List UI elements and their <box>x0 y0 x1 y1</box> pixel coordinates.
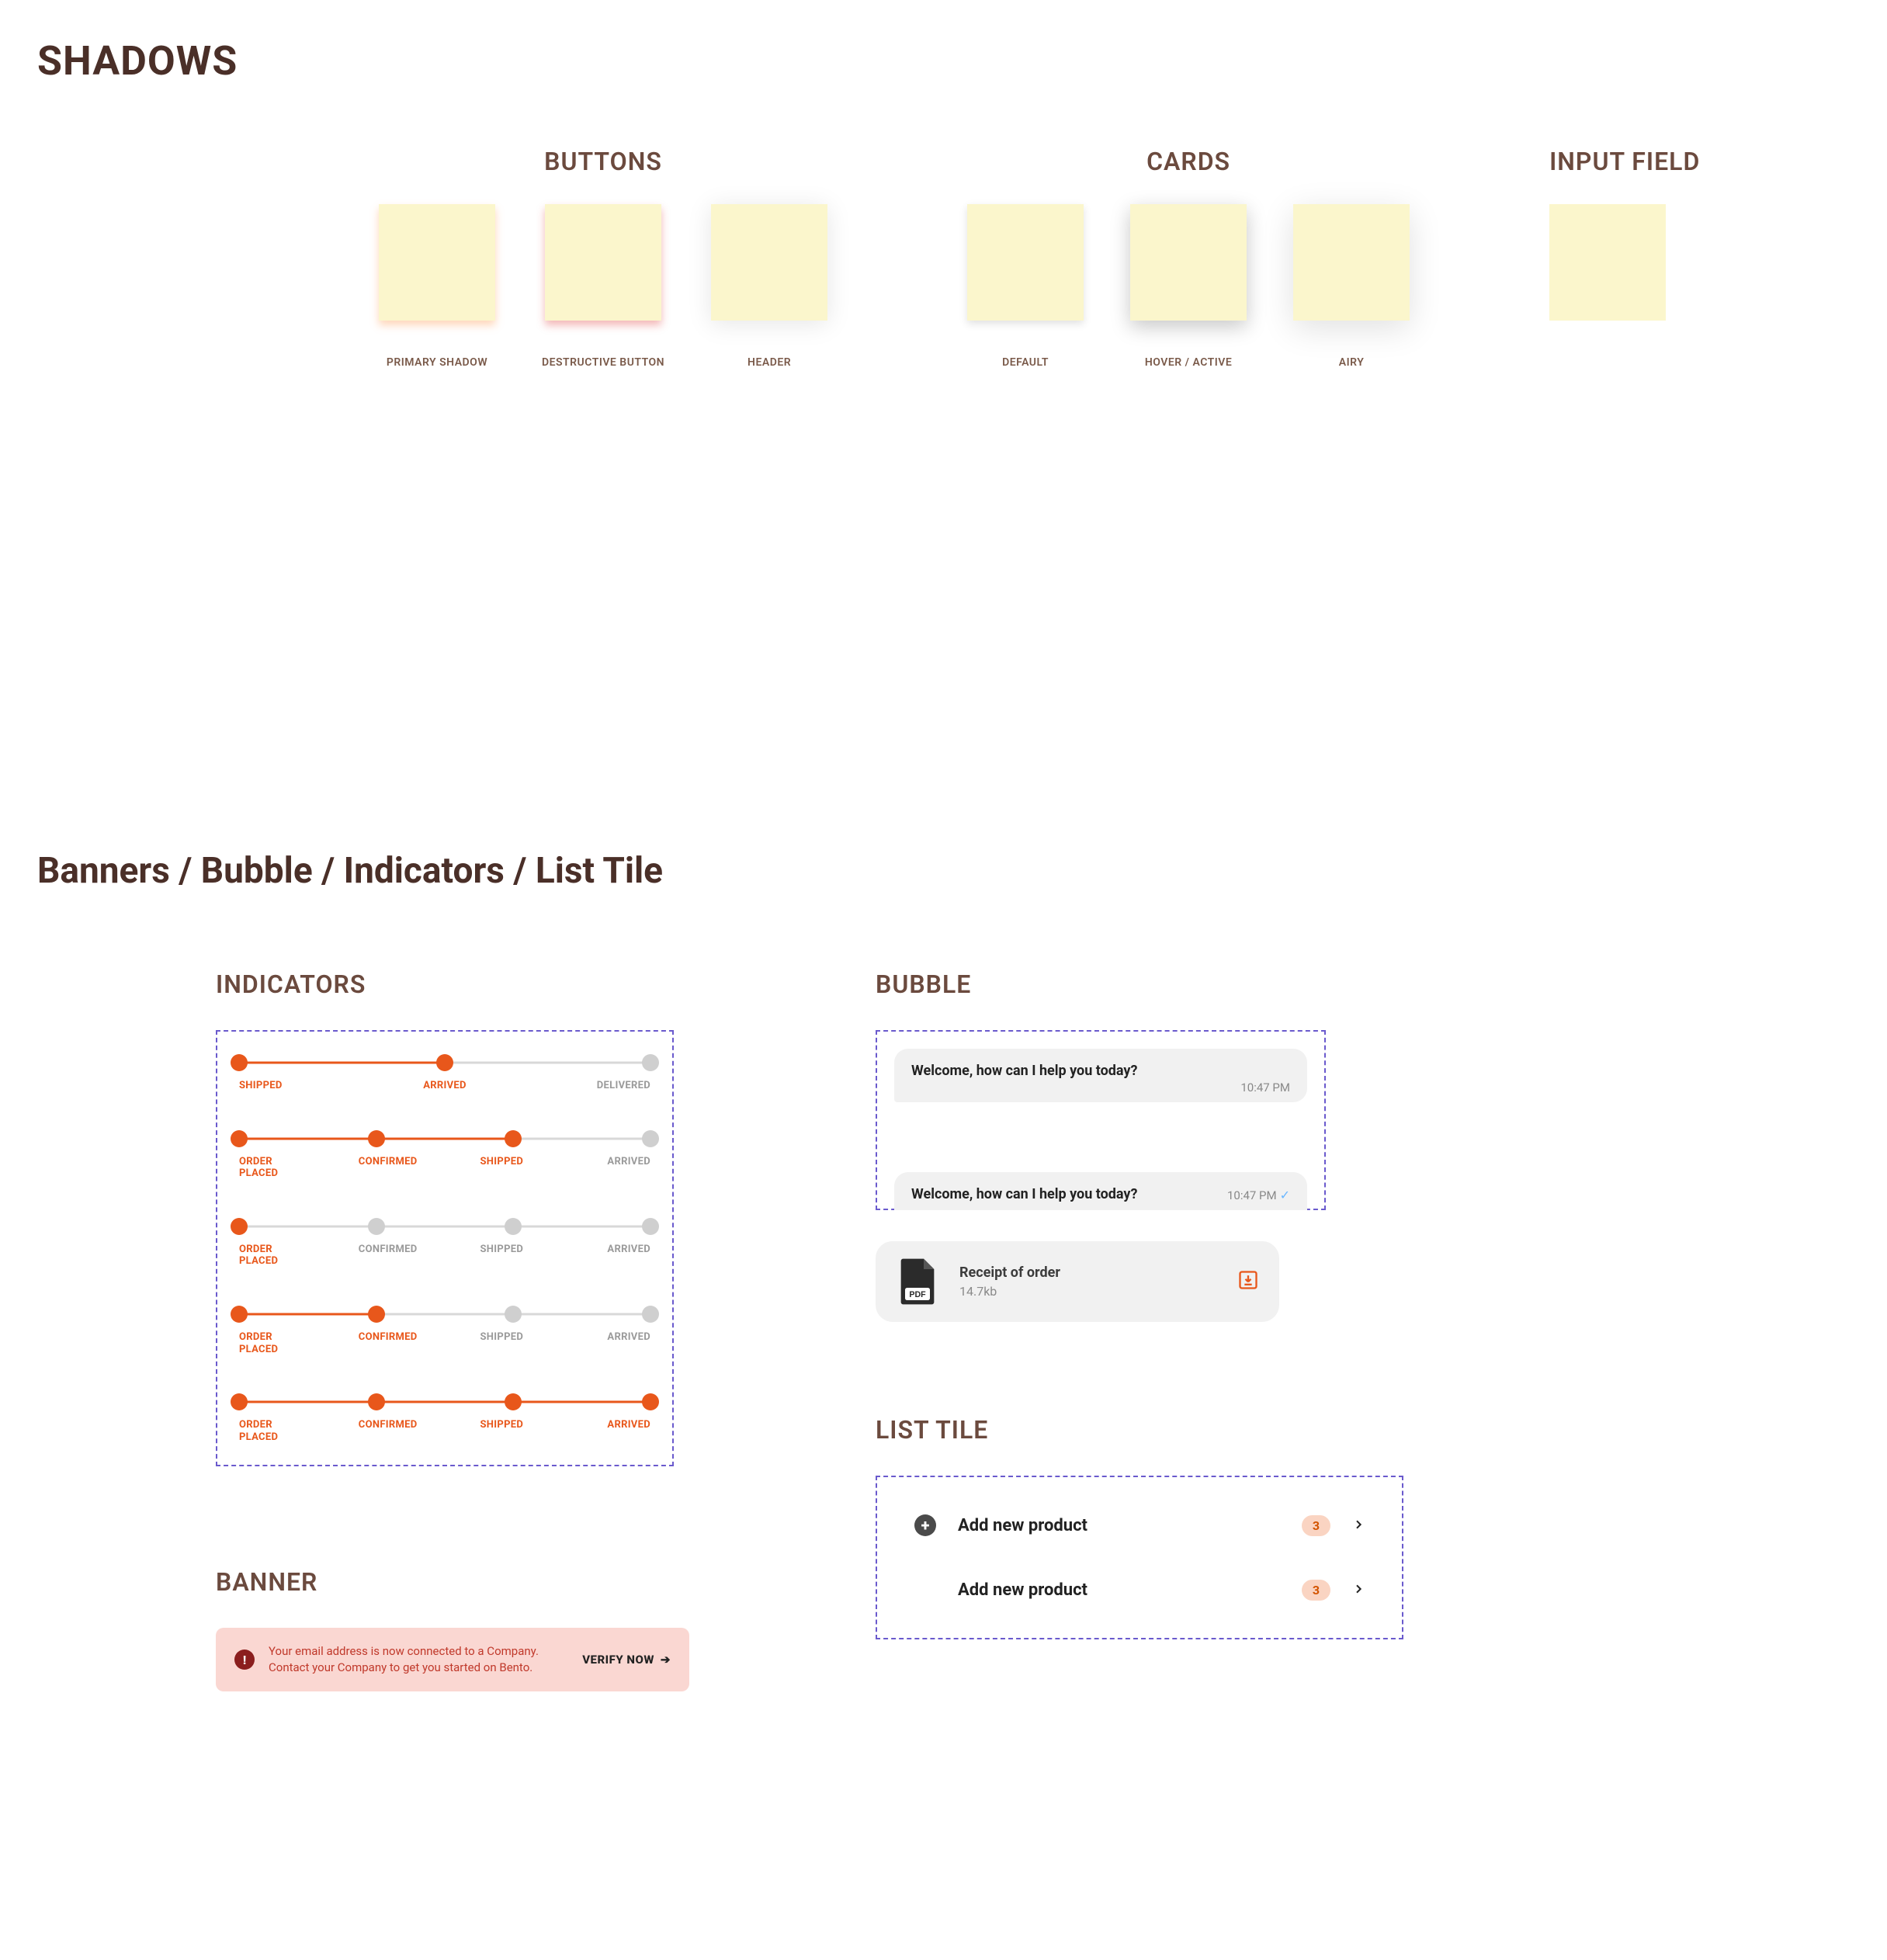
step-label: ORDER PLACED <box>239 1331 309 1355</box>
tile-label: Add new product <box>958 1516 1280 1535</box>
bubble-time: 10:47 PM ✓ <box>1227 1188 1290 1202</box>
swatch-card-airy <box>1293 204 1410 321</box>
step-dot <box>642 1130 659 1147</box>
step-dot <box>642 1306 659 1323</box>
step-label: ARRIVED <box>581 1244 650 1268</box>
step-dot <box>368 1306 385 1323</box>
step-dot <box>231 1393 248 1410</box>
swatch-label: HEADER <box>748 356 791 369</box>
indicator-row: ORDER PLACED CONFIRMED SHIPPED ARRIVED <box>239 1393 650 1443</box>
step-dot <box>231 1054 248 1071</box>
step-label: ARRIVED <box>581 1156 650 1180</box>
step-label: ARRIVED <box>410 1080 480 1092</box>
banner-action-label: VERIFY NOW <box>582 1653 654 1667</box>
step-label: CONFIRMED <box>353 1331 423 1355</box>
swatch-header <box>711 204 827 321</box>
step-label: ORDER PLACED <box>239 1244 309 1268</box>
bubble-text: Welcome, how can I help you today? <box>911 1063 1290 1079</box>
bubble-time: 10:47 PM <box>1240 1081 1290 1094</box>
pdf-icon: PDF <box>896 1257 939 1306</box>
step-dot <box>231 1306 248 1323</box>
step-dot <box>231 1218 248 1235</box>
indicator-row: ORDER PLACED CONFIRMED SHIPPED ARRIVED <box>239 1217 650 1268</box>
step-dot <box>368 1218 385 1235</box>
input-group: INPUT FIELD <box>1549 147 1700 369</box>
swatch-input <box>1549 204 1666 321</box>
step-label: SHIPPED <box>467 1156 536 1180</box>
step-label: SHIPPED <box>467 1244 536 1268</box>
step-label: ARRIVED <box>581 1419 650 1443</box>
chevron-right-icon <box>1352 1516 1365 1535</box>
file-title: Receipt of order <box>959 1264 1217 1281</box>
alert-icon: ! <box>234 1650 255 1670</box>
step-label: SHIPPED <box>467 1419 536 1443</box>
step-dot <box>231 1130 248 1147</box>
step-label: ARRIVED <box>581 1331 650 1355</box>
chat-bubble: Welcome, how can I help you today? 10:47… <box>894 1049 1307 1102</box>
input-heading: INPUT FIELD <box>1549 147 1700 176</box>
swatch-destructive <box>545 204 661 321</box>
step-label: CONFIRMED <box>353 1156 423 1180</box>
step-label: CONFIRMED <box>353 1244 423 1268</box>
swatch-label: PRIMARY SHADOW <box>387 356 487 369</box>
step-dot <box>642 1054 659 1071</box>
step-dot <box>505 1130 522 1147</box>
list-tile[interactable]: + Add new product 3 <box>877 1493 1402 1558</box>
swatch-label: AIRY <box>1339 356 1365 369</box>
step-dot <box>368 1393 385 1410</box>
chat-bubble: Welcome, how can I help you today? 10:47… <box>894 1172 1307 1210</box>
banner-heading: BANNER <box>216 1567 689 1597</box>
step-label: ORDER PLACED <box>239 1156 309 1180</box>
shadows-row: BUTTONS PRIMARY SHADOW DESTRUCTIVE BUTTO… <box>37 147 1850 369</box>
file-tile[interactable]: PDF Receipt of order 14.7kb <box>876 1241 1279 1322</box>
verify-now-button[interactable]: VERIFY NOW ➔ <box>582 1653 671 1667</box>
swatch-label: HOVER / ACTIVE <box>1145 356 1232 369</box>
chevron-right-icon <box>1352 1580 1365 1600</box>
step-label: SHIPPED <box>239 1080 309 1092</box>
indicator-row: SHIPPED ARRIVED DELIVERED <box>239 1053 650 1092</box>
step-dot <box>642 1218 659 1235</box>
step-dot <box>505 1218 522 1235</box>
bubble-heading: BUBBLE <box>876 970 1403 999</box>
swatch-card-default <box>967 204 1084 321</box>
banner: ! Your email address is now connected to… <box>216 1628 689 1691</box>
download-icon[interactable] <box>1237 1269 1259 1294</box>
listtile-heading: LIST TILE <box>876 1415 1403 1445</box>
cards-heading: CARDS <box>967 147 1410 176</box>
count-badge: 3 <box>1302 1515 1330 1536</box>
svg-text:PDF: PDF <box>909 1290 926 1299</box>
swatch-label: DEFAULT <box>1002 356 1049 369</box>
step-dot <box>505 1393 522 1410</box>
shadows-title: SHADOWS <box>37 37 1850 85</box>
indicators-box: SHIPPED ARRIVED DELIVERED ORDER PLACED CONFI… <box>216 1030 674 1466</box>
indicator-row: ORDER PLACED CONFIRMED SHIPPED ARRIVED <box>239 1305 650 1355</box>
step-label: SHIPPED <box>467 1331 536 1355</box>
swatch-card-hover <box>1130 204 1247 321</box>
bubble-box: Welcome, how can I help you today? 10:47… <box>876 1030 1326 1210</box>
indicators-heading: INDICATORS <box>216 970 689 999</box>
swatch-label: DESTRUCTIVE BUTTON <box>542 356 664 369</box>
indicator-row: ORDER PLACED CONFIRMED SHIPPED ARRIVED <box>239 1129 650 1180</box>
listtile-box: + Add new product 3 Add new product 3 <box>876 1476 1403 1639</box>
step-dot <box>642 1393 659 1410</box>
buttons-heading: BUTTONS <box>379 147 827 176</box>
list-tile[interactable]: Add new product 3 <box>877 1558 1402 1622</box>
plus-icon: + <box>914 1514 936 1536</box>
step-dot <box>505 1306 522 1323</box>
cards-group: CARDS DEFAULT HOVER / ACTIVE AIRY <box>967 147 1410 369</box>
read-check-icon: ✓ <box>1280 1188 1290 1202</box>
tile-label: Add new product <box>958 1580 1280 1600</box>
step-dot <box>368 1130 385 1147</box>
file-size: 14.7kb <box>959 1284 1217 1299</box>
step-label: ORDER PLACED <box>239 1419 309 1443</box>
step-label: DELIVERED <box>581 1080 650 1092</box>
count-badge: 3 <box>1302 1580 1330 1601</box>
section2-title: Banners / Bubble / Indicators / List Til… <box>37 850 1850 892</box>
step-dot <box>436 1054 453 1071</box>
step-label: CONFIRMED <box>353 1419 423 1443</box>
swatch-primary-shadow <box>379 204 495 321</box>
banner-text: Your email address is now connected to a… <box>269 1643 568 1676</box>
arrow-right-icon: ➔ <box>661 1653 671 1667</box>
buttons-group: BUTTONS PRIMARY SHADOW DESTRUCTIVE BUTTO… <box>379 147 827 369</box>
